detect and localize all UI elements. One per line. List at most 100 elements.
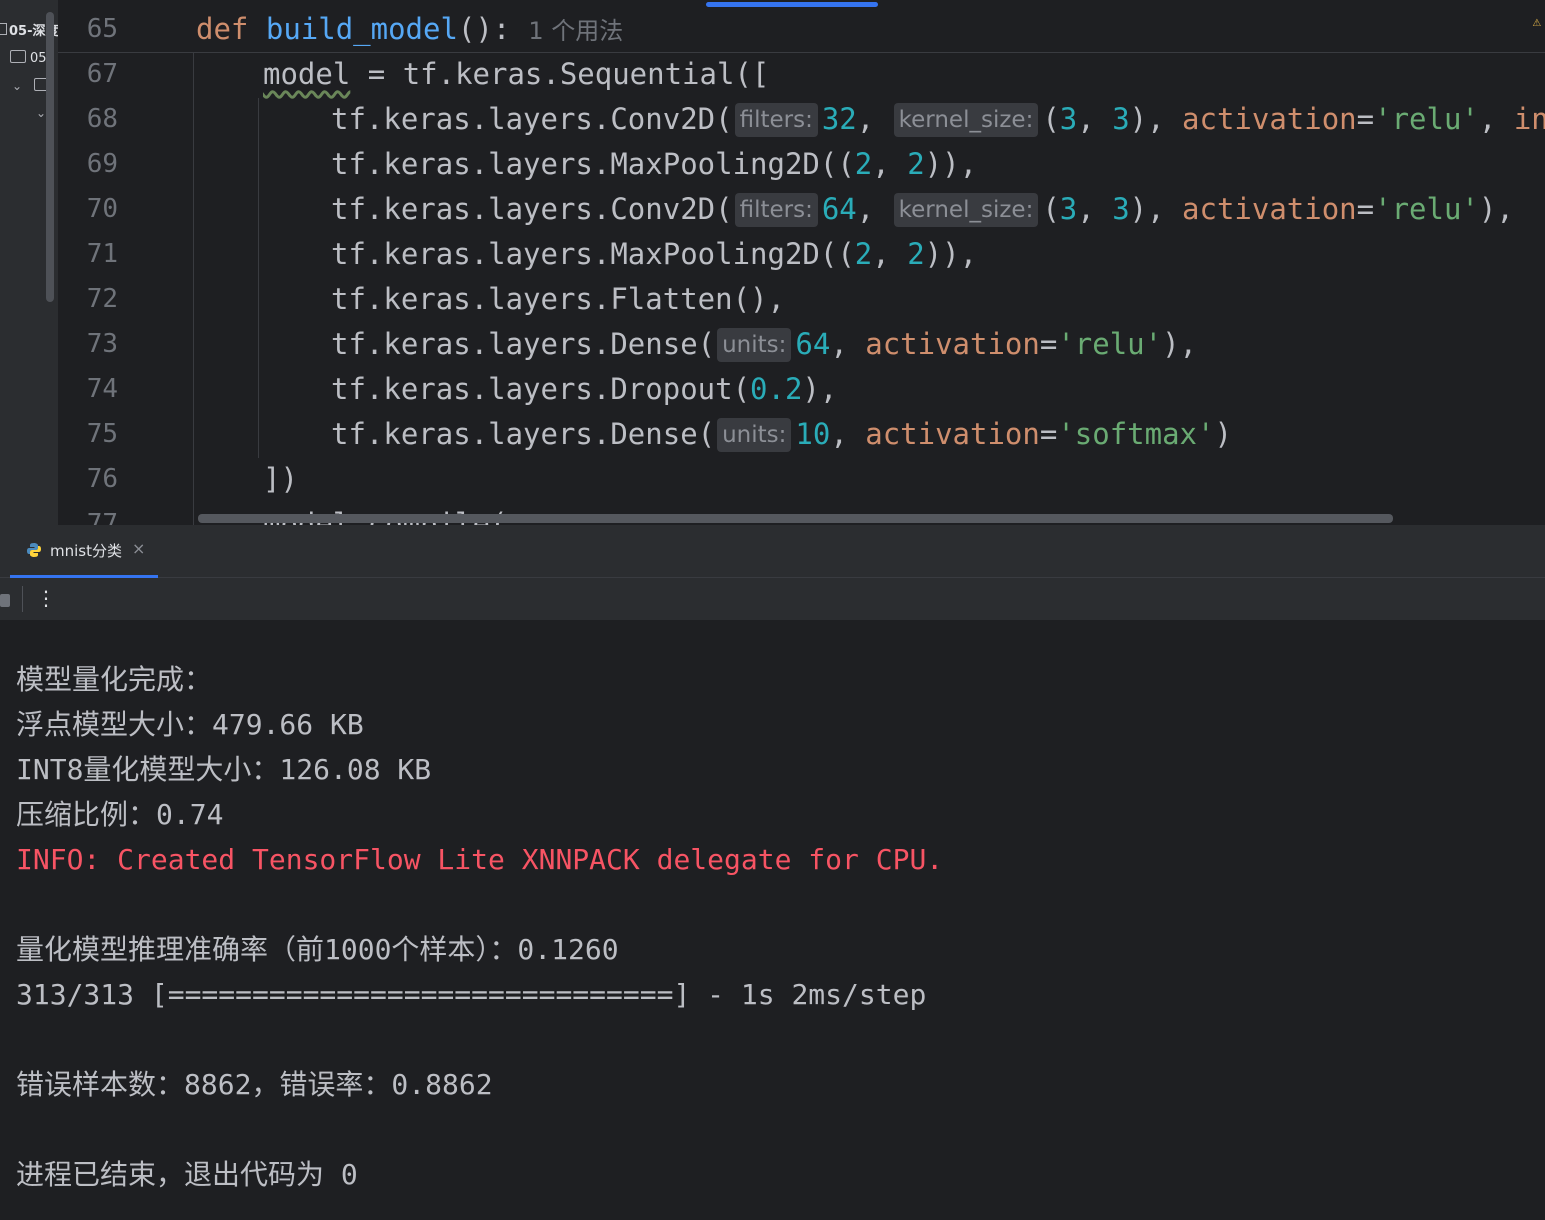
function-signature: def build_model(): 1 个用法	[196, 7, 623, 54]
folder-icon	[0, 23, 7, 35]
console-line: 浮点模型大小：479.66 KB	[16, 708, 364, 741]
keyword-arg: activation	[1182, 102, 1357, 136]
number-literal: 32	[821, 102, 857, 136]
param-hint-kernel-size: kernel_size:	[893, 103, 1039, 137]
param-hint-filters: filters:	[734, 103, 818, 137]
warning-icon[interactable]: ⚠	[1533, 14, 1541, 30]
code-text: ),	[1129, 102, 1183, 136]
console-output[interactable]: 模型量化完成： 浮点模型大小：479.66 KB INT8量化模型大小：126.…	[0, 620, 1545, 1220]
string-literal: 'relu'	[1374, 192, 1479, 226]
close-icon[interactable]: ×	[132, 539, 145, 558]
keyword-arg: activation	[1182, 192, 1357, 226]
param-hint-units: units:	[717, 418, 792, 452]
tree-node[interactable]: ⌄	[12, 78, 51, 94]
code-text: ,	[856, 102, 892, 136]
code-text: ,	[872, 237, 908, 271]
code-text: ,	[1478, 102, 1514, 136]
code-text: )),	[924, 147, 978, 181]
console-line: 量化模型推理准确率（前1000个样本）：0.1260	[16, 933, 619, 966]
sidebar-scrollbar[interactable]	[46, 12, 54, 302]
tree-node[interactable]: ⌄	[36, 106, 46, 121]
number-literal: 3	[1112, 102, 1130, 136]
chevron-down-icon[interactable]: ⌄	[12, 79, 22, 93]
function-name: build_model	[265, 12, 458, 46]
console-line: 压缩比例：0.74	[16, 798, 224, 831]
usages-hint[interactable]: 1 个用法	[528, 17, 623, 45]
number-literal: 2	[854, 147, 873, 181]
keyword-arg: inp	[1513, 102, 1545, 136]
line-number: 69	[86, 149, 118, 179]
number-literal: 2	[854, 237, 873, 271]
string-literal: 'relu'	[1057, 327, 1163, 361]
code-line-74[interactable]: tf.keras.layers.Dropout(0.2),	[331, 367, 837, 412]
code-line-75[interactable]: tf.keras.layers.Dense(units: 10, activati…	[331, 412, 1232, 457]
run-tab-bar: mnist分类 ×	[0, 525, 1545, 578]
number-literal: 64	[795, 327, 831, 361]
run-tab-label: mnist分类	[50, 542, 122, 560]
console-line: 313/313 [==============================]…	[16, 978, 927, 1011]
code-text: tf.keras.layers.Dropout(	[331, 372, 751, 406]
code-text: =	[1039, 327, 1058, 361]
code-line-76[interactable]: ])	[263, 457, 298, 502]
number-literal: 3	[1112, 192, 1130, 226]
code-line-70[interactable]: tf.keras.layers.Conv2D(filters: 64, kerne…	[331, 187, 1514, 232]
toolbar-divider	[22, 586, 23, 612]
code-text: tf.keras.layers.MaxPooling2D((	[331, 147, 855, 181]
run-tab-mnist[interactable]: mnist分类 ×	[10, 525, 158, 578]
code-text: tf.keras.layers.MaxPooling2D((	[331, 237, 855, 271]
code-text: ),	[1129, 192, 1183, 226]
number-literal: 3	[1059, 192, 1078, 226]
sticky-function-header[interactable]: 65 def build_model(): 1 个用法 ⚠	[58, 0, 1545, 53]
console-line: INT8量化模型大小：126.08 KB	[16, 753, 432, 786]
editor-top-indicator	[706, 2, 878, 7]
line-number: 67	[86, 59, 118, 89]
code-line-69[interactable]: tf.keras.layers.MaxPooling2D((2, 2)),	[331, 142, 977, 187]
code-text: = tf.keras.Sequential([	[350, 57, 770, 91]
indent-guide	[258, 98, 259, 458]
number-literal: 10	[795, 417, 831, 451]
line-number: 71	[86, 239, 118, 269]
editor-horizontal-scrollbar[interactable]	[198, 514, 1393, 523]
code-line-73[interactable]: tf.keras.layers.Dense(units: 64, activati…	[331, 322, 1197, 367]
variable-model: model	[263, 57, 351, 91]
string-literal: 'softmax'	[1057, 417, 1215, 451]
project-sidebar: 05-深度 05- ⌄ ⌄	[0, 0, 58, 525]
code-line-71[interactable]: tf.keras.layers.MaxPooling2D((2, 2)),	[331, 232, 977, 277]
code-text: )	[1214, 417, 1232, 451]
number-literal: 3	[1059, 102, 1078, 136]
code-line-68[interactable]: tf.keras.layers.Conv2D(filters: 32, kerne…	[331, 97, 1545, 142]
console-info-line: INFO: Created TensorFlow Lite XNNPACK de…	[16, 843, 944, 876]
code-text: tf.keras.layers.Flatten(),	[331, 282, 785, 316]
number-literal: 0.2	[750, 372, 803, 406]
line-number: 70	[86, 194, 118, 224]
chevron-down-icon[interactable]: ⌄	[36, 106, 46, 120]
code-text: ,	[1077, 102, 1113, 136]
code-text: ,	[830, 417, 866, 451]
signature-parens: ():	[457, 12, 511, 46]
code-text: (	[1042, 102, 1060, 136]
keyword-arg: activation	[865, 327, 1040, 361]
more-options-icon[interactable]: ⋮	[36, 586, 56, 610]
code-text: ,	[856, 192, 892, 226]
keyword-arg: activation	[865, 417, 1040, 451]
python-icon	[27, 543, 41, 557]
code-editor[interactable]: 65 def build_model(): 1 个用法 ⚠ 67 68 69 70…	[58, 0, 1545, 525]
code-text: =	[1356, 192, 1375, 226]
line-number: 68	[86, 104, 118, 134]
code-text: ])	[263, 462, 298, 496]
stop-icon[interactable]	[0, 594, 10, 607]
number-literal: 64	[821, 192, 857, 226]
param-hint-kernel-size: kernel_size:	[893, 193, 1039, 227]
code-text: tf.keras.layers.Conv2D(	[331, 102, 733, 136]
code-text: tf.keras.layers.Dense(	[331, 327, 716, 361]
line-number: 77	[86, 509, 118, 525]
line-number: 65	[86, 14, 118, 44]
code-line-67[interactable]: model = tf.keras.Sequential([	[263, 52, 769, 97]
code-line-72[interactable]: tf.keras.layers.Flatten(),	[331, 277, 785, 322]
code-text: ),	[802, 372, 838, 406]
line-number: 76	[86, 464, 118, 494]
param-hint-units: units:	[717, 328, 792, 362]
console-line: 错误样本数：8862，错误率：0.8862	[16, 1068, 493, 1101]
run-toolbar: ⋮	[0, 578, 1545, 620]
code-text: ,	[1077, 192, 1113, 226]
